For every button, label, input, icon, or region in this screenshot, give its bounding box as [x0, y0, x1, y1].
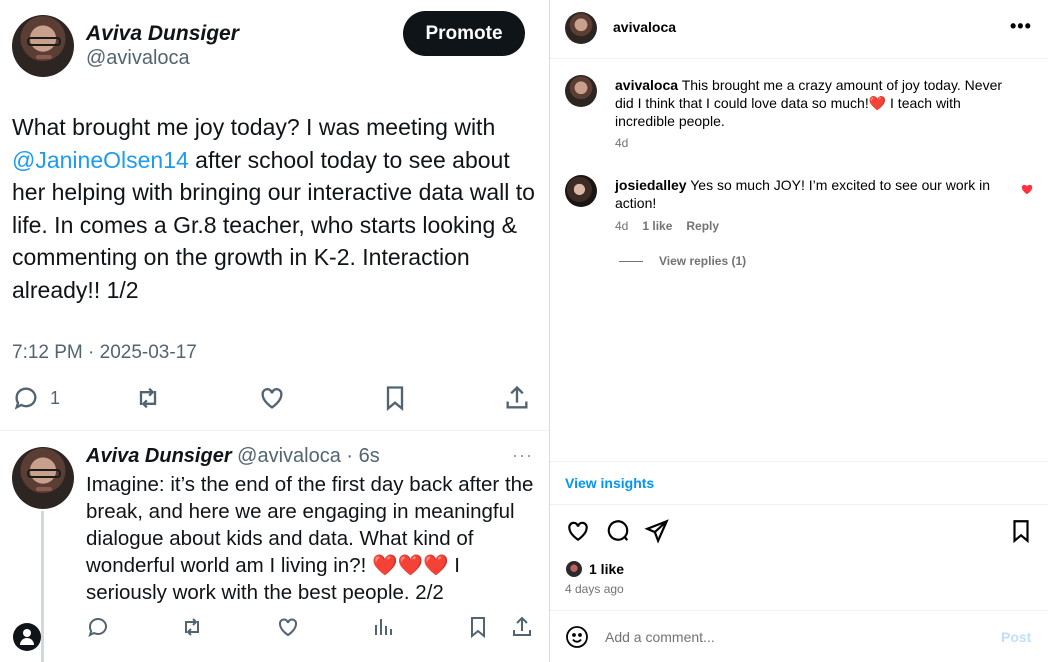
tweet-text-part: What brought me joy today? I was meeting…: [12, 114, 496, 140]
comment-heart-icon[interactable]: [1020, 182, 1034, 196]
reply-header: Aviva Dunsiger @avivaloca · 6s: [86, 445, 380, 468]
screenshot-root: Aviva Dunsiger @avivaloca Promote What b…: [0, 0, 1048, 662]
like-icon[interactable]: [565, 518, 591, 544]
header-divider: [550, 58, 1048, 59]
reply-button[interactable]: [86, 615, 110, 644]
post-button[interactable]: Post: [1001, 629, 1031, 645]
reply-text-part: Imagine: it’s the end of the first day b…: [86, 473, 534, 577]
more-options-icon[interactable]: •••: [1010, 16, 1032, 37]
views-icon: [375, 619, 392, 635]
heart-emojis: ❤️❤️❤️: [372, 554, 449, 577]
comment-input[interactable]: [605, 626, 985, 648]
post-caption: avivaloca This brought me a crazy amount…: [615, 76, 1015, 130]
avatar-mouth: [36, 55, 52, 59]
instagram-panel: avivaloca ••• avivaloca This brought me …: [550, 0, 1048, 662]
emoji-icon[interactable]: [565, 625, 589, 649]
comment-time: 4d: [615, 219, 629, 233]
comment-box-divider: [550, 610, 1048, 611]
reply-icon: [14, 387, 37, 410]
bookmark-icon: [471, 617, 485, 639]
like-icon: [279, 618, 297, 637]
retweet-icon: [185, 618, 199, 636]
comment-icon[interactable]: [605, 518, 631, 544]
author-handle[interactable]: @avivaloca: [86, 47, 190, 70]
promote-button[interactable]: Promote: [403, 11, 525, 56]
avatar[interactable]: [12, 15, 74, 77]
reply-author-name[interactable]: Aviva Dunsiger: [86, 445, 232, 467]
share-icon: [506, 385, 528, 409]
retweet-button[interactable]: [180, 615, 204, 644]
avatar-glasses: [27, 469, 61, 478]
reply-button[interactable]: 1: [12, 384, 60, 412]
tweet-timestamp[interactable]: 7:12 PM · 2025-03-17: [12, 342, 197, 364]
comment-text: josiedalley Yes so much JOY! I’m excited…: [615, 176, 1005, 212]
reply-count: 1: [50, 387, 61, 408]
more-options-icon[interactable]: ···: [512, 445, 533, 466]
reply-tweet: Aviva Dunsiger @avivaloca · 6s ··· Imagi…: [0, 431, 549, 662]
share-button[interactable]: [503, 384, 531, 412]
share-icon: [513, 616, 531, 636]
retweet-button[interactable]: [134, 384, 162, 412]
bookmark-button[interactable]: [466, 615, 490, 644]
tweet-text: What brought me joy today? I was meeting…: [12, 111, 537, 306]
reply-link[interactable]: Reply: [686, 219, 719, 233]
main-tweet: Aviva Dunsiger @avivaloca Promote What b…: [0, 0, 549, 430]
tweet-panel: Aviva Dunsiger @avivaloca Promote What b…: [0, 0, 549, 662]
likes-row[interactable]: 1 like: [565, 560, 624, 578]
insights-divider: [550, 461, 1048, 462]
caption-username[interactable]: avivaloca: [615, 77, 678, 93]
avatar[interactable]: [565, 75, 597, 107]
reply-icon: [88, 618, 107, 637]
account-icon[interactable]: [13, 623, 41, 651]
caption-time: 4d: [615, 136, 629, 150]
bookmark-icon: [386, 386, 404, 411]
reply-meta: @avivaloca · 6s: [231, 445, 380, 467]
actions-divider: [550, 504, 1048, 505]
post-username[interactable]: avivaloca: [613, 19, 676, 35]
retweet-icon: [139, 387, 157, 409]
views-button[interactable]: [371, 615, 395, 644]
avatar-glasses: [27, 37, 61, 46]
likes-count: 1 like: [589, 561, 625, 577]
bookmark-icon[interactable]: [1008, 518, 1034, 544]
share-icon[interactable]: [644, 518, 670, 544]
bookmark-button[interactable]: [381, 384, 409, 412]
heart-emoji: ❤️: [868, 95, 887, 111]
like-button[interactable]: [276, 615, 300, 644]
comment-username[interactable]: josiedalley: [615, 177, 687, 193]
reply-text: Imagine: it’s the end of the first day b…: [86, 471, 541, 606]
avatar[interactable]: [12, 447, 74, 509]
like-icon: [261, 388, 283, 409]
reply-actions: [0, 615, 549, 643]
avatar-mouth: [36, 487, 52, 491]
view-replies-button[interactable]: View replies (1): [659, 254, 746, 268]
like-button[interactable]: [258, 384, 286, 412]
author-name[interactable]: Aviva Dunsiger: [86, 22, 239, 46]
avatar[interactable]: [565, 12, 597, 44]
tweet-actions: 1: [0, 384, 549, 418]
comment-meta: 4d 1 like Reply: [615, 219, 733, 233]
comment-likes[interactable]: 1 like: [642, 219, 672, 233]
post-age: 4 days ago: [565, 582, 624, 596]
avatar[interactable]: [565, 175, 597, 207]
replies-line: [619, 261, 643, 262]
share-button[interactable]: [510, 615, 534, 644]
view-insights-link[interactable]: View insights: [565, 475, 654, 491]
mention-link[interactable]: @JanineOlsen14: [12, 147, 189, 173]
liker-avatar: [565, 560, 583, 578]
